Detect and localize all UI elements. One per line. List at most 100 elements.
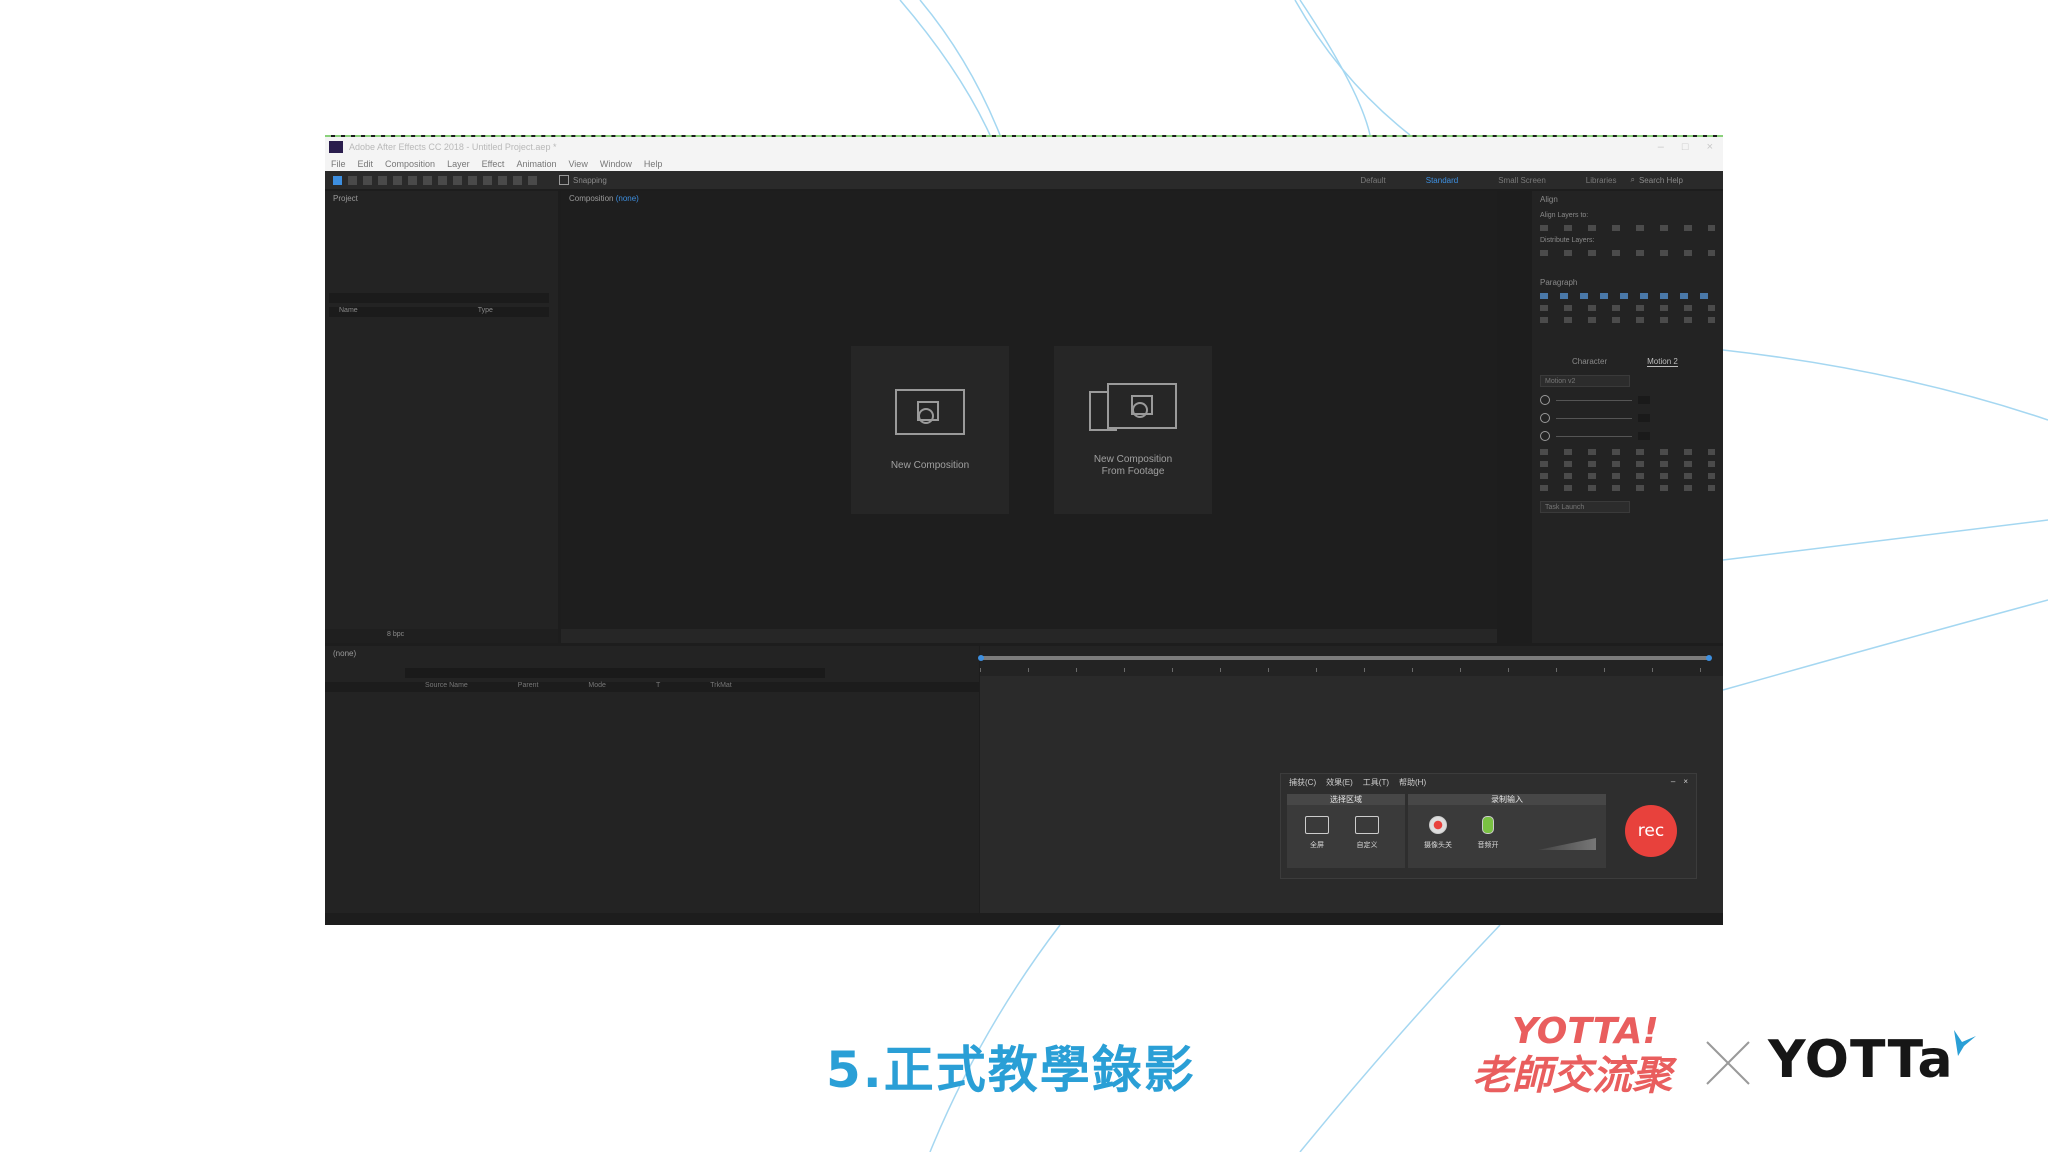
- pen-tool-icon[interactable]: [438, 175, 447, 185]
- menu-edit[interactable]: Edit: [358, 159, 374, 169]
- composition-name[interactable]: (none): [616, 194, 639, 203]
- time-ruler[interactable]: [978, 646, 1723, 676]
- menu-animation[interactable]: Animation: [516, 159, 556, 169]
- slider-track: [1556, 399, 1632, 401]
- tab-character[interactable]: Character: [1572, 357, 1607, 367]
- slide-title: 5.正式教學錄影: [826, 1041, 1196, 1099]
- slider-value[interactable]: [1638, 432, 1650, 440]
- custom-area-option[interactable]: 自定义: [1349, 816, 1385, 850]
- ruler-ticks: [980, 668, 1723, 672]
- type-tool-icon[interactable]: [453, 175, 462, 185]
- workspace-small-screen[interactable]: Small Screen: [1498, 176, 1546, 185]
- slider-knob[interactable]: [1540, 395, 1550, 405]
- bpc-label[interactable]: 8 bpc: [387, 631, 404, 638]
- motion-slider-1[interactable]: [1540, 395, 1715, 405]
- microphone-icon: [1482, 816, 1494, 834]
- motion-slider-2[interactable]: [1540, 413, 1715, 423]
- search-help[interactable]: ⌕ Search Help: [1630, 175, 1723, 185]
- clone-stamp-tool-icon[interactable]: [483, 175, 492, 185]
- paragraph-indent-fields[interactable]: [1540, 305, 1715, 311]
- new-composition-card[interactable]: New Composition: [851, 346, 1009, 514]
- window-titlebar: Adobe After Effects CC 2018 - Untitled P…: [325, 137, 1723, 157]
- slider-knob[interactable]: [1540, 413, 1550, 423]
- slider-knob[interactable]: [1540, 431, 1550, 441]
- distribute-buttons[interactable]: [1540, 250, 1715, 256]
- selection-tool-icon[interactable]: [333, 175, 342, 185]
- snapping-toggle[interactable]: Snapping: [559, 175, 607, 185]
- workspace-default[interactable]: Default: [1360, 176, 1385, 185]
- task-launch-dropdown[interactable]: Task Launch: [1540, 501, 1630, 513]
- timeline-layer-panel: (none) Source Name Parent Mode T TrkMat: [325, 646, 979, 925]
- project-search-input[interactable]: [329, 293, 549, 303]
- slider-value[interactable]: [1638, 414, 1650, 422]
- menu-layer[interactable]: Layer: [447, 159, 470, 169]
- hand-tool-icon[interactable]: [348, 175, 357, 185]
- shape-tool-icon[interactable]: [423, 175, 432, 185]
- camera-toggle[interactable]: 摄像头关: [1420, 816, 1456, 850]
- recorder-menu-capture[interactable]: 捕获(C): [1289, 777, 1316, 788]
- window-title: Adobe After Effects CC 2018 - Untitled P…: [349, 142, 557, 152]
- column-trkmat[interactable]: TrkMat: [710, 682, 732, 692]
- paragraph-panel-title: Paragraph: [1540, 278, 1578, 287]
- workspace-standard[interactable]: Standard: [1426, 176, 1458, 185]
- menu-help[interactable]: Help: [644, 159, 663, 169]
- maximize-button[interactable]: □: [1682, 141, 1689, 153]
- menu-window[interactable]: Window: [600, 159, 632, 169]
- tab-motion-2[interactable]: Motion 2: [1647, 357, 1678, 367]
- audio-level-meter[interactable]: [1538, 838, 1596, 850]
- recorder-menu-effects[interactable]: 效果(E): [1326, 777, 1353, 788]
- menu-file[interactable]: File: [331, 159, 346, 169]
- motion-actions-row-4[interactable]: [1540, 485, 1715, 491]
- menu-effect[interactable]: Effect: [482, 159, 505, 169]
- record-button[interactable]: rec: [1625, 805, 1677, 857]
- recorder-menu-tools[interactable]: 工具(T): [1363, 777, 1389, 788]
- recorder-menu-help[interactable]: 帮助(H): [1399, 777, 1426, 788]
- eraser-tool-icon[interactable]: [498, 175, 507, 185]
- brush-tool-icon[interactable]: [468, 175, 477, 185]
- menu-view[interactable]: View: [568, 159, 587, 169]
- close-button[interactable]: ×: [1707, 141, 1713, 153]
- fullscreen-option[interactable]: 全屏: [1299, 816, 1335, 850]
- rotate-tool-icon[interactable]: [378, 175, 387, 185]
- recorder-close-button[interactable]: ×: [1683, 777, 1688, 788]
- new-composition-from-footage-card[interactable]: New Composition From Footage: [1054, 346, 1212, 514]
- composition-footer-controls: [561, 629, 1497, 643]
- motion-slider-3[interactable]: [1540, 431, 1715, 441]
- workspace-libraries[interactable]: Libraries: [1586, 176, 1617, 185]
- audio-toggle[interactable]: 音频开: [1470, 816, 1506, 850]
- work-area-bar[interactable]: [978, 655, 1712, 661]
- new-composition-label: New Composition: [890, 460, 970, 471]
- recorder-minimize-button[interactable]: –: [1671, 777, 1675, 788]
- zoom-tool-icon[interactable]: [363, 175, 372, 185]
- column-source-name[interactable]: Source Name: [425, 682, 468, 692]
- project-footer: 8 bpc: [325, 629, 558, 643]
- right-panels: Align Align Layers to: Distribute Layers…: [1532, 191, 1723, 643]
- motion-version-dropdown[interactable]: Motion v2: [1540, 375, 1630, 387]
- timeline-comp-tab[interactable]: (none): [325, 646, 979, 660]
- column-t[interactable]: T: [656, 682, 660, 692]
- snapping-checkbox[interactable]: [559, 175, 569, 185]
- paragraph-spacing-fields[interactable]: [1540, 317, 1715, 323]
- align-buttons[interactable]: [1540, 225, 1715, 231]
- menu-bar: File Edit Composition Layer Effect Anima…: [325, 157, 1723, 171]
- timeline-search-input[interactable]: [405, 668, 825, 678]
- menu-composition[interactable]: Composition: [385, 159, 435, 169]
- roto-brush-tool-icon[interactable]: [513, 175, 522, 185]
- column-type[interactable]: Type: [478, 307, 493, 317]
- slider-value[interactable]: [1638, 396, 1650, 404]
- after-effects-screenshot: Adobe After Effects CC 2018 - Untitled P…: [325, 135, 1723, 925]
- motion-actions-row-2[interactable]: [1540, 461, 1715, 467]
- camera-tool-icon[interactable]: [393, 175, 402, 185]
- column-mode[interactable]: Mode: [588, 682, 606, 692]
- screen-recorder-widget: 捕获(C) 效果(E) 工具(T) 帮助(H) – × 选择区域 全屏 自定义 …: [1280, 773, 1697, 879]
- status-bar: [325, 913, 1723, 925]
- minimize-button[interactable]: –: [1658, 141, 1664, 153]
- align-panel-title: Align: [1540, 195, 1558, 204]
- motion-actions-row-1[interactable]: [1540, 449, 1715, 455]
- puppet-tool-icon[interactable]: [528, 175, 537, 185]
- column-name[interactable]: Name: [339, 307, 358, 317]
- column-parent[interactable]: Parent: [518, 682, 539, 692]
- motion-actions-row-3[interactable]: [1540, 473, 1715, 479]
- paragraph-align-buttons[interactable]: [1540, 293, 1715, 299]
- pan-behind-tool-icon[interactable]: [408, 175, 417, 185]
